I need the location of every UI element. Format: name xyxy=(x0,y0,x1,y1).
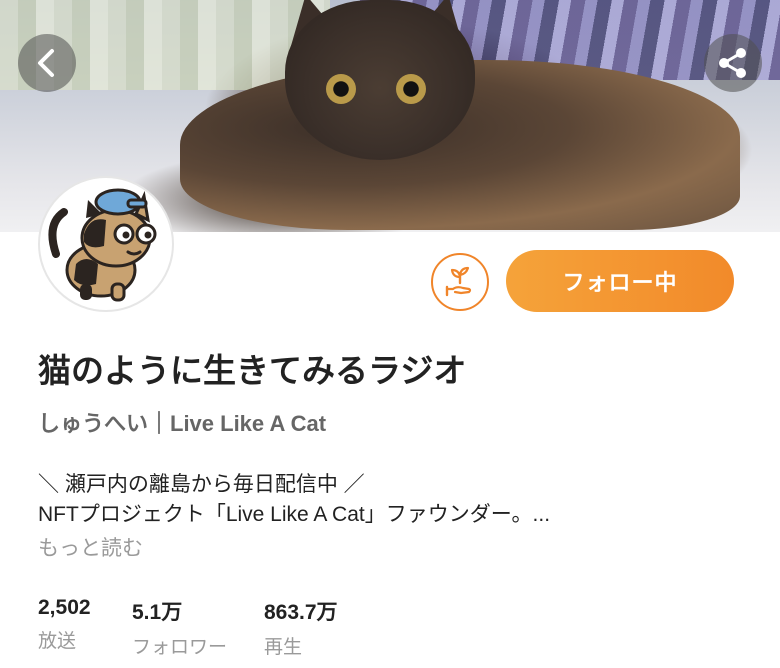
banner-cat-head xyxy=(285,0,475,160)
channel-description: ＼ 瀬戸内の離島から毎日配信中 ／ NFTプロジェクト「Live Like A … xyxy=(38,470,550,530)
stat-label: 放送 xyxy=(38,631,77,652)
stat-value: 863.7万 xyxy=(264,601,338,624)
avatar[interactable] xyxy=(38,176,174,312)
description-line: NFTプロジェクト「Live Like A Cat」ファウンダー。... xyxy=(38,503,551,526)
share-button[interactable] xyxy=(704,34,762,92)
following-button[interactable]: フォロー中 xyxy=(506,250,734,312)
banner-cat-eye xyxy=(396,74,426,104)
stat-value: 5.1万 xyxy=(132,601,183,624)
banner-cat-eye xyxy=(326,74,356,104)
plant-in-hand-icon xyxy=(445,266,472,297)
stat-broadcasts: 2,502 放送 xyxy=(38,596,132,659)
channel-title: 猫のように生きてみるラジオ xyxy=(38,352,467,389)
stat-label: フォロワー xyxy=(132,637,228,658)
stat-value: 2,502 xyxy=(38,596,91,619)
stat-followers[interactable]: 5.1万 フォロワー xyxy=(132,596,264,659)
description-line: ＼ 瀬戸内の離島から毎日配信中 ／ xyxy=(38,473,365,496)
chevron-left-icon xyxy=(38,49,54,77)
support-button[interactable] xyxy=(431,253,489,311)
back-button[interactable] xyxy=(18,34,76,92)
share-icon xyxy=(719,48,746,78)
channel-stats: 2,502 放送 5.1万 フォロワー 863.7万 再生 xyxy=(38,596,384,659)
stat-plays: 863.7万 再生 xyxy=(264,596,384,659)
author-name-link[interactable]: しゅうへい｜Live Like A Cat xyxy=(38,406,326,438)
stat-label: 再生 xyxy=(264,637,303,658)
read-more-link[interactable]: もっと読む xyxy=(38,532,143,562)
cat-character-avatar xyxy=(48,188,157,302)
